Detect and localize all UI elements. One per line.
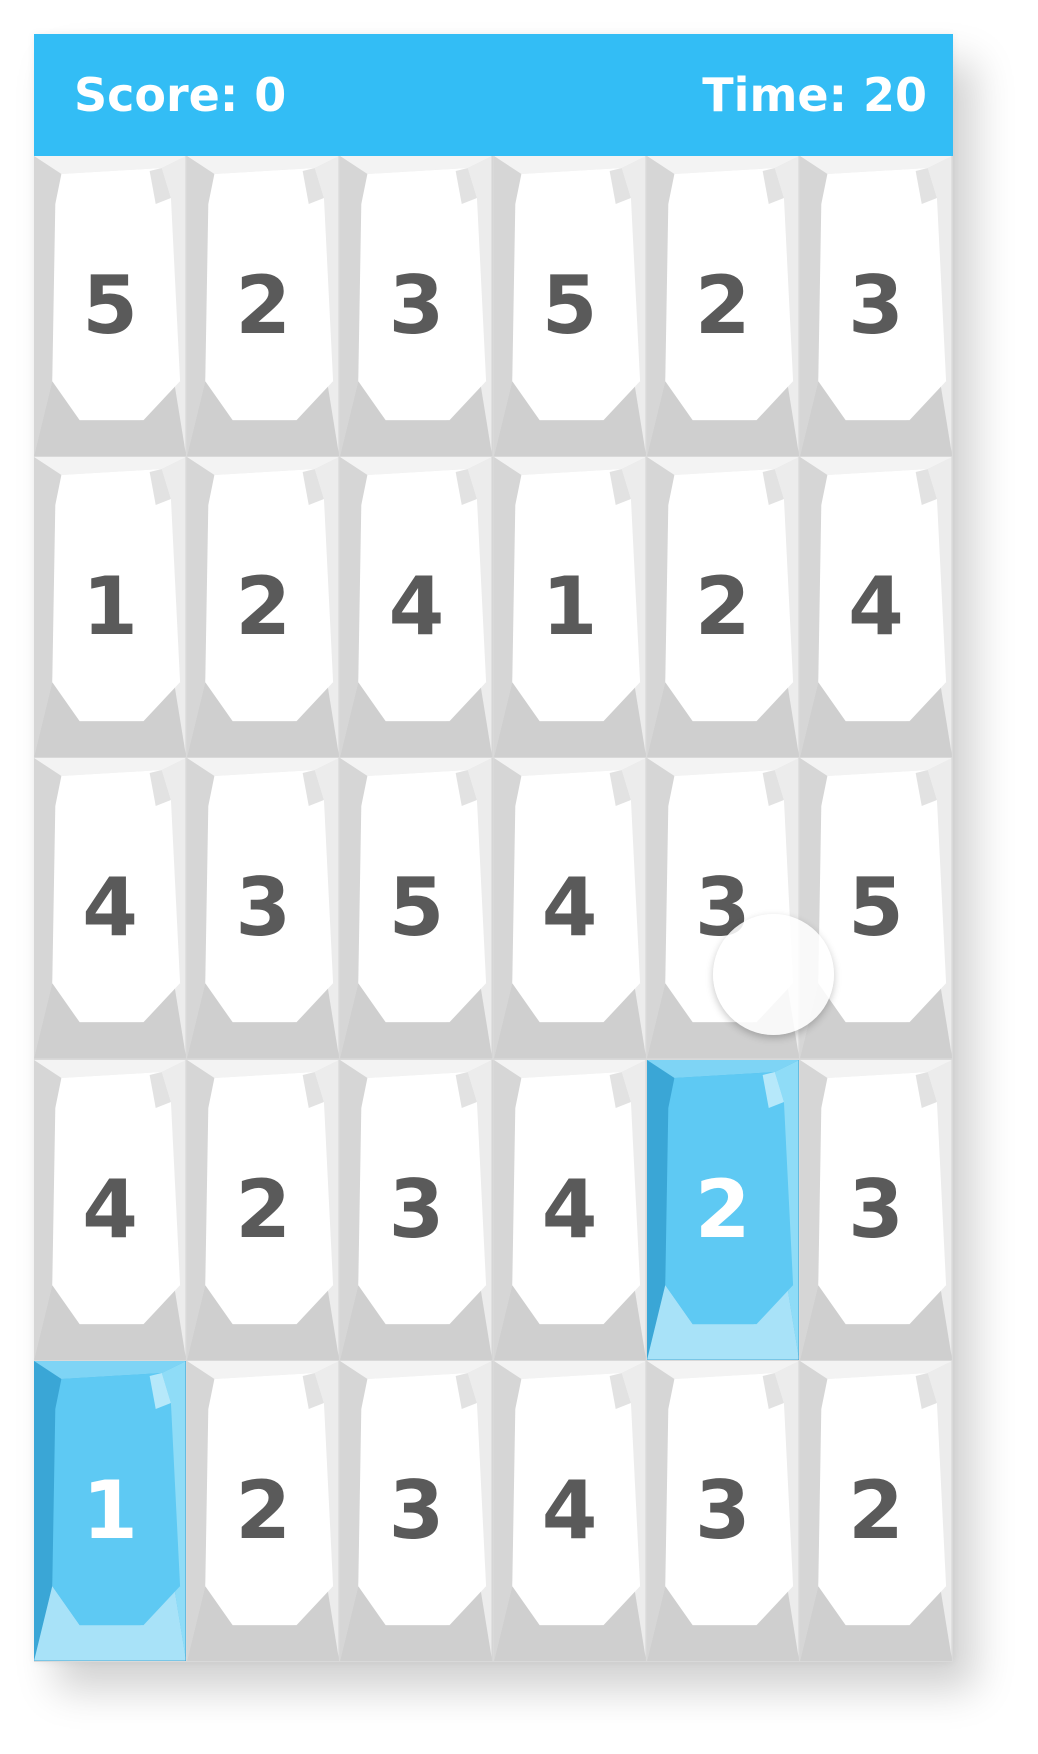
- tile[interactable]: 4: [493, 1059, 647, 1361]
- tile-number: 4: [541, 1162, 598, 1256]
- tile-grid: 523523124124435435423423123432: [34, 156, 953, 1662]
- tile[interactable]: 3: [340, 1360, 494, 1662]
- tile-number: 2: [694, 1162, 751, 1256]
- tile-number: 3: [388, 259, 445, 353]
- tile-number: 1: [82, 560, 138, 654]
- tile[interactable]: 5: [493, 156, 647, 458]
- tile-selected[interactable]: 1: [34, 1360, 188, 1662]
- tile-number: 4: [541, 861, 598, 955]
- tile[interactable]: 2: [799, 1360, 953, 1662]
- tile-number: 3: [388, 1162, 445, 1256]
- tile[interactable]: 2: [187, 1360, 341, 1662]
- tile-number: 4: [541, 1463, 598, 1557]
- tile-number: 2: [848, 1463, 904, 1557]
- tile[interactable]: 4: [493, 758, 647, 1060]
- tile[interactable]: 2: [187, 457, 341, 759]
- tile[interactable]: 2: [187, 1059, 341, 1361]
- tile-number: 3: [848, 1162, 904, 1256]
- tile[interactable]: 4: [340, 457, 494, 759]
- tile[interactable]: 3: [799, 156, 953, 458]
- tile-number: 4: [388, 560, 445, 654]
- tile-number: 3: [848, 259, 904, 353]
- tile-selected[interactable]: 2: [646, 1059, 800, 1361]
- tile-number: 5: [388, 861, 445, 955]
- tile[interactable]: 4: [493, 1360, 647, 1662]
- tile-number: 4: [848, 560, 904, 654]
- tile[interactable]: 3: [187, 758, 341, 1060]
- tile-number: 1: [541, 560, 598, 654]
- tile[interactable]: 4: [34, 758, 188, 1060]
- tile-number: 2: [235, 1162, 292, 1256]
- tile[interactable]: 3: [799, 1059, 953, 1361]
- tile[interactable]: 2: [646, 457, 800, 759]
- tile-number: 2: [235, 1463, 292, 1557]
- tile-number: 1: [82, 1463, 138, 1557]
- tile-number: 3: [388, 1463, 445, 1557]
- tile[interactable]: 2: [646, 156, 800, 458]
- tile[interactable]: 5: [340, 758, 494, 1060]
- tile-number: 3: [694, 1463, 751, 1557]
- tile[interactable]: 2: [187, 156, 341, 458]
- tile-number: 5: [82, 259, 138, 353]
- tile[interactable]: 4: [34, 1059, 188, 1361]
- tile-number: 2: [235, 560, 292, 654]
- game-header: Score: 0 Time: 20: [34, 34, 953, 156]
- tile[interactable]: 3: [340, 156, 494, 458]
- tile[interactable]: 4: [799, 457, 953, 759]
- game-screen: Score: 0 Time: 20 5 2 3 5 2 3 1 2 4 1 2 4 4 3 5 4 3 5 4 2 3 4…: [0, 0, 1038, 1754]
- tile[interactable]: 3: [340, 1059, 494, 1361]
- tile[interactable]: 3: [646, 1360, 800, 1662]
- tile[interactable]: 1: [493, 457, 647, 759]
- game-frame: Score: 0 Time: 20 5 2 3 5 2 3 1 2 4 1 2 4 4 3 5 4 3 5 4 2 3 4…: [34, 34, 953, 1662]
- tile-number: 5: [541, 259, 598, 353]
- tile-number: 2: [694, 560, 751, 654]
- score-display: Score: 0: [74, 68, 287, 122]
- tile-number: 4: [82, 1162, 138, 1256]
- tile[interactable]: 5: [799, 758, 953, 1060]
- tile[interactable]: 1: [34, 457, 188, 759]
- tile-number: 4: [82, 861, 138, 955]
- tile-number: 3: [235, 861, 292, 955]
- tile-number: 2: [235, 259, 292, 353]
- tile-number: 2: [694, 259, 751, 353]
- touch-indicator: [713, 914, 834, 1035]
- time-display: Time: 20: [702, 68, 927, 122]
- tile[interactable]: 5: [34, 156, 188, 458]
